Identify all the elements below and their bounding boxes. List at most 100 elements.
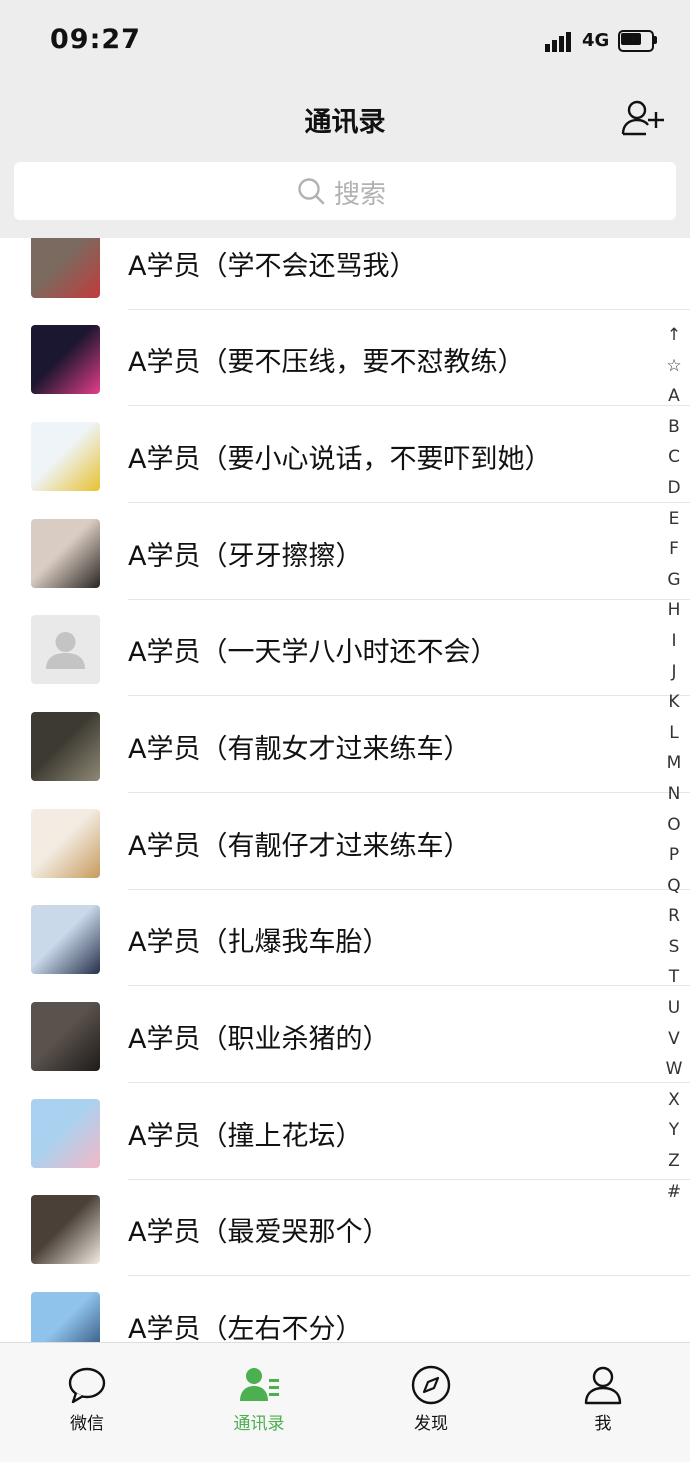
contact-name: A学员（左右不分） [128,1314,363,1342]
contact-name: A学员（要小心说话，不要吓到她） [128,444,552,475]
index-letter[interactable]: # [660,1177,688,1208]
contact-avatar [31,1002,100,1071]
search-area: 搜索 [0,150,690,238]
status-time: 09:27 [50,24,141,55]
add-friend-icon[interactable] [620,98,666,138]
contact-avatar [31,325,100,394]
contact-avatar [31,1099,100,1168]
contact-name: A学员（最爱哭那个） [128,1217,390,1248]
index-letter[interactable]: M [660,748,688,779]
tab-me[interactable]: 我 [543,1343,663,1443]
row-divider [128,502,690,503]
index-letter[interactable]: J [660,657,688,688]
index-letter[interactable]: U [660,993,688,1024]
contact-avatar [31,712,100,781]
tab-discover[interactable]: 发现 [371,1343,491,1443]
tab-contacts[interactable]: 通讯录 [199,1343,319,1443]
row-divider [128,405,690,406]
index-letter[interactable]: Z [660,1146,688,1177]
index-letter[interactable]: I [660,626,688,657]
contact-name: A学员（职业杀猪的） [128,1024,390,1055]
contact-name: A学员（有靓仔才过来练车） [128,831,471,862]
index-letter[interactable]: S [660,932,688,963]
index-letter[interactable]: ☆ [660,351,688,382]
contact-row[interactable]: A学员（有靓女才过来练车） [0,697,690,793]
contact-name: A学员（扎爆我车胎） [128,927,390,958]
network-type: 4G [582,30,610,51]
index-letter[interactable]: P [660,840,688,871]
index-letter[interactable]: W [660,1054,688,1085]
index-letter[interactable]: L [660,718,688,749]
chat-bubble-icon [68,1367,106,1404]
index-letter[interactable]: C [660,442,688,473]
contact-avatar [31,519,100,588]
search-input[interactable]: 搜索 [14,162,676,220]
index-letter[interactable]: B [660,412,688,443]
contact-name: A学员（一天学八小时还不会） [128,637,498,668]
index-letter[interactable]: Y [660,1115,688,1146]
alphabet-index[interactable]: ↑ ☆ A B C D E F G H I J K L M N O P Q R S T U V W X Y Z # [660,320,688,1207]
index-letter[interactable]: V [660,1024,688,1055]
contact-name: A学员（撞上花坛） [128,1121,363,1152]
tab-label: 微信 [70,1414,104,1434]
contact-row[interactable]: A学员（学不会还骂我） [0,238,690,310]
contact-name: A学员（有靓女才过来练车） [128,734,471,765]
contact-row[interactable]: A学员（左右不分） [0,1277,690,1342]
contact-avatar [31,905,100,974]
person-icon [584,1366,622,1405]
index-letter[interactable]: O [660,810,688,841]
contact-row[interactable]: A学员（要不压线，要不怼教练） [0,310,690,406]
page-title: 通讯录 [304,107,386,138]
tab-label: 发现 [414,1414,448,1434]
index-letter[interactable]: H [660,595,688,626]
contact-row[interactable]: A学员（要小心说话，不要吓到她） [0,407,690,503]
index-letter[interactable]: A [660,381,688,412]
search-placeholder: 搜索 [334,180,387,210]
contacts-icon [240,1368,279,1401]
search-icon [298,178,325,205]
tab-bar: 微信 通讯录 发现 我 [0,1342,690,1462]
index-letter[interactable]: D [660,473,688,504]
contact-row[interactable]: A学员（有靓仔才过来练车） [0,794,690,890]
contact-name: A学员（要不压线，要不怼教练） [128,347,525,378]
compass-icon [411,1365,451,1405]
index-letter[interactable]: E [660,504,688,535]
default-avatar-icon [46,632,85,669]
contact-avatar [31,615,100,684]
contact-name: A学员（学不会还骂我） [128,251,417,282]
row-divider [128,695,690,696]
row-divider [128,985,690,986]
index-letter[interactable]: F [660,534,688,565]
contact-name: A学员（牙牙擦擦） [128,541,363,572]
contact-row[interactable]: A学员（最爱哭那个） [0,1180,690,1276]
index-letter[interactable]: K [660,687,688,718]
index-letter[interactable]: G [660,565,688,596]
index-letter[interactable]: N [660,779,688,810]
battery-icon [618,30,657,52]
contact-avatar [31,422,100,491]
contact-row[interactable]: A学员（撞上花坛） [0,1084,690,1180]
contact-row[interactable]: A学员（扎爆我车胎） [0,890,690,986]
contact-row[interactable]: A学员（一天学八小时还不会） [0,600,690,696]
contact-row[interactable]: A学员（职业杀猪的） [0,987,690,1083]
tab-label: 我 [594,1414,612,1434]
index-letter[interactable]: T [660,962,688,993]
row-divider [128,1082,690,1083]
contact-avatar [31,238,100,298]
contact-avatar [31,1195,100,1264]
index-letter[interactable]: ↑ [660,320,688,351]
contact-list: A学员（学不会还骂我） A学员（要不压线，要不怼教练） A学员（要小心说话，不要… [0,238,690,1342]
contact-avatar [31,809,100,878]
nav-bar: 通讯录 [0,88,690,150]
index-letter[interactable]: X [660,1085,688,1116]
tab-chats[interactable]: 微信 [27,1343,147,1443]
row-divider [128,792,690,793]
tab-label: 通讯录 [233,1414,285,1434]
index-letter[interactable]: Q [660,871,688,902]
signal-icon [545,30,577,52]
contact-avatar [31,1292,100,1342]
index-letter[interactable]: R [660,901,688,932]
status-bar: 09:27 4G [0,0,690,88]
row-divider [128,1275,690,1276]
contact-row[interactable]: A学员（牙牙擦擦） [0,504,690,600]
